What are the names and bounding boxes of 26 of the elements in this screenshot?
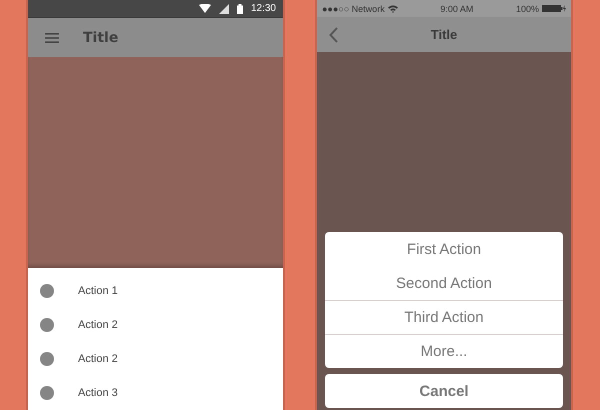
circle-icon xyxy=(40,386,54,400)
signal-icon xyxy=(218,4,229,14)
menu-icon[interactable] xyxy=(45,32,59,42)
clock-time: 12:30 xyxy=(250,3,276,14)
action-item[interactable]: Action 2 xyxy=(78,353,118,365)
action-item[interactable]: Action 1 xyxy=(78,285,118,297)
action-item[interactable]: Action 3 xyxy=(78,387,118,399)
navigation-title: Title xyxy=(430,27,458,42)
action-button[interactable]: First Action xyxy=(325,232,563,266)
circle-icon xyxy=(40,318,54,332)
action-button[interactable]: Third Action xyxy=(325,300,563,334)
cancel-button[interactable]: Cancel xyxy=(325,374,563,408)
action-item[interactable]: Action 2 xyxy=(78,319,118,331)
action-button[interactable]: Second Action xyxy=(325,266,563,300)
wifi-icon xyxy=(388,4,398,12)
circle-icon xyxy=(40,284,54,298)
back-chevron-icon[interactable] xyxy=(329,26,338,42)
app-bar-title: Title xyxy=(83,30,118,46)
wifi-icon xyxy=(198,4,211,14)
battery-icon xyxy=(542,5,566,12)
circle-icon xyxy=(40,352,54,366)
clock-time: 9:00 AM xyxy=(440,4,474,14)
battery-icon xyxy=(236,4,243,14)
battery-percentage: 100% xyxy=(516,4,539,14)
carrier-name: ●●●○○ Network xyxy=(322,4,385,14)
action-button[interactable]: More... xyxy=(325,334,563,368)
